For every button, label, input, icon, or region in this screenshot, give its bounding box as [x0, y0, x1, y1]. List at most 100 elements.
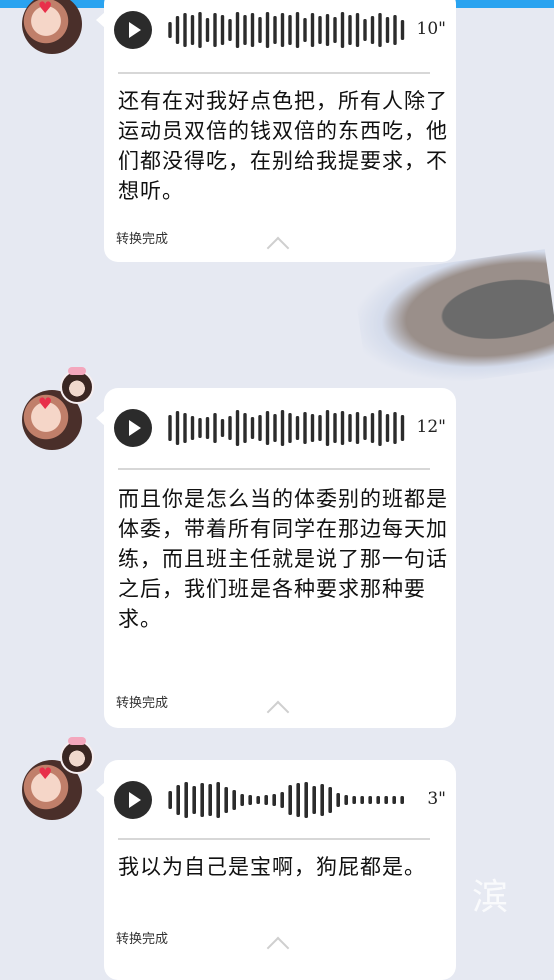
waveform-bar — [248, 795, 252, 805]
heart-sticker-icon: ♥ — [38, 764, 53, 783]
avatar-badge — [60, 367, 94, 404]
conversion-status: 转换完成 — [116, 932, 169, 947]
waveform-bar — [392, 796, 396, 804]
conversion-status: 转换完成 — [116, 232, 169, 247]
waveform-bar — [360, 796, 364, 804]
collapse-chevron-icon[interactable] — [266, 236, 290, 260]
waveform-bar — [205, 417, 210, 439]
play-icon[interactable] — [114, 409, 152, 447]
waveform-bar — [250, 13, 255, 47]
waveform-bar — [355, 13, 360, 47]
waveform-bar — [378, 13, 382, 47]
conversion-status: 转换完成 — [116, 696, 169, 711]
waveform-bar — [325, 14, 330, 46]
waveform-bar — [168, 22, 172, 38]
waveform-bar — [235, 410, 240, 446]
divider — [118, 838, 430, 840]
waveform-bar — [220, 419, 225, 437]
waveform-bar — [280, 792, 284, 808]
waveform-bar — [348, 414, 352, 442]
divider — [118, 72, 430, 74]
voice-duration: 3" — [427, 789, 446, 809]
waveform-bar — [183, 413, 187, 443]
waveform-bar — [243, 15, 247, 45]
transcribed-text: 我以为自己是宝啊，狗屁都是。 — [118, 855, 426, 879]
divider — [118, 468, 430, 470]
waveform-bar — [393, 412, 397, 444]
photo-smudge — [352, 249, 554, 395]
waveform-bar — [175, 16, 180, 44]
waveform-bar — [272, 794, 276, 806]
waveform-bar — [370, 413, 375, 443]
heart-sticker-icon: ♥ — [38, 394, 53, 413]
waveform-bar — [303, 412, 307, 444]
waveform-bar — [320, 784, 324, 816]
waveform-bar — [393, 15, 397, 45]
waveform-bar — [240, 794, 244, 806]
waveform-bar — [333, 17, 337, 43]
waveform-bar — [280, 410, 285, 446]
waveform-bar — [295, 12, 300, 48]
waveform-bar — [213, 413, 217, 443]
bubble-tail — [96, 410, 105, 426]
waveform-bar — [265, 411, 270, 445]
waveform-bar — [400, 415, 405, 441]
waveform-bar — [256, 796, 260, 804]
waveform-bar — [258, 415, 262, 441]
waveform-bar — [378, 410, 382, 446]
voice-message-bubble[interactable]: 12" 而且你是怎么当的体委别的班都是体委，带着所有同学在那边每天加练，而且班主… — [96, 388, 456, 728]
avatar[interactable]: ♥ — [22, 0, 82, 54]
watermark: 滨 — [472, 877, 509, 918]
waveform-bar — [280, 13, 285, 47]
waveform-bar — [304, 782, 308, 818]
voice-message-bubble[interactable]: 3" 我以为自己是宝啊，狗屁都是。 转换完成 — [96, 760, 456, 980]
waveform — [168, 12, 405, 48]
voice-player[interactable]: 12" — [114, 408, 446, 448]
waveform-bar — [288, 15, 292, 45]
waveform-bar — [205, 18, 210, 42]
avatar-badge — [60, 737, 94, 774]
waveform-bar — [340, 411, 345, 445]
waveform-bar — [198, 418, 202, 438]
waveform-bar — [336, 793, 340, 807]
waveform-bar — [400, 796, 404, 804]
waveform-bar — [176, 785, 180, 815]
waveform — [168, 782, 404, 818]
waveform-bar — [213, 13, 217, 47]
voice-message-bubble[interactable]: 10" 还有在对我好点色把，所有人除了运动员双倍的钱双倍的东西吃，他们都没得吃，… — [96, 0, 456, 262]
waveform-bar — [243, 413, 247, 443]
waveform-bar — [273, 414, 277, 442]
waveform-bar — [296, 783, 300, 817]
waveform-bar — [310, 414, 315, 442]
play-icon[interactable] — [114, 781, 152, 819]
voice-player[interactable]: 10" — [114, 10, 446, 50]
waveform-bar — [224, 787, 228, 813]
waveform-bar — [312, 786, 316, 814]
waveform-bar — [352, 796, 356, 804]
bubble-tail — [96, 12, 105, 28]
waveform-bar — [295, 416, 300, 440]
voice-player[interactable]: 3" — [114, 780, 446, 820]
waveform-bar — [363, 19, 367, 41]
waveform-bar — [376, 796, 380, 804]
waveform-bar — [288, 785, 292, 815]
transcribed-text: 还有在对我好点色把，所有人除了运动员双倍的钱双倍的东西吃，他们都没得吃，在别给我… — [118, 89, 448, 203]
play-icon[interactable] — [114, 11, 152, 49]
waveform-bar — [384, 796, 388, 804]
waveform-bar — [200, 783, 204, 817]
collapse-chevron-icon[interactable] — [266, 700, 290, 724]
waveform-bar — [273, 16, 277, 44]
waveform-bar — [235, 12, 240, 48]
collapse-chevron-icon[interactable] — [266, 936, 290, 960]
waveform-bar — [184, 782, 188, 818]
waveform-bar — [400, 20, 405, 40]
waveform-bar — [340, 12, 345, 48]
waveform-bar — [168, 791, 172, 809]
waveform-bar — [264, 795, 268, 805]
waveform-bar — [216, 782, 220, 818]
heart-sticker-icon: ♥ — [38, 0, 53, 17]
waveform-bar — [355, 412, 360, 444]
waveform-bar — [250, 417, 255, 439]
waveform-bar — [385, 414, 390, 442]
waveform-bar — [168, 415, 172, 441]
